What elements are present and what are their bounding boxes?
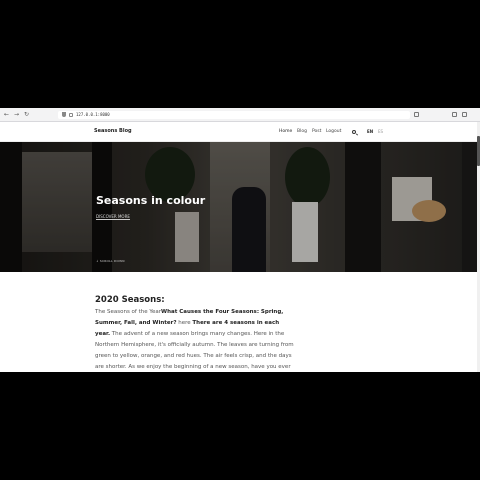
url-text[interactable]: 127.0.0.1:8000 <box>76 111 110 119</box>
article-here-link[interactable]: here <box>177 320 193 326</box>
lang-es[interactable]: ES <box>378 129 383 135</box>
shield-icon[interactable] <box>62 112 66 117</box>
article-content: 2020 Seasons: The Seasons of the YearWha… <box>0 272 480 372</box>
forward-button[interactable]: → <box>14 111 19 119</box>
address-bar[interactable] <box>58 111 410 119</box>
hero-title: Seasons in colour <box>96 194 206 207</box>
hero-banner: Seasons in colour DISCOVER MORE ↓ SCROLL… <box>0 142 480 272</box>
nav-home[interactable]: Home <box>279 129 292 135</box>
browser-toolbar: ← → ↻ 127.0.0.1:8000 <box>0 108 480 122</box>
lang-en[interactable]: EN <box>367 129 373 135</box>
reload-button[interactable]: ↻ <box>24 111 29 119</box>
lock-icon[interactable] <box>69 113 73 117</box>
discover-more-link[interactable]: DISCOVER MORE <box>96 214 130 220</box>
article-paragraph: The Seasons of the YearWhat Causes the F… <box>95 307 295 372</box>
nav-post[interactable]: Post <box>312 129 321 135</box>
article-body: The advent of a new season brings many c… <box>95 331 294 370</box>
search-icon[interactable] <box>352 130 356 134</box>
site-brand[interactable]: Seasons Blog <box>94 128 132 135</box>
menu-icon[interactable] <box>462 112 467 117</box>
bookmark-icon[interactable] <box>414 112 419 117</box>
shield-extension-icon[interactable] <box>452 112 457 117</box>
nav-logout[interactable]: Logout <box>326 129 341 135</box>
back-button[interactable]: ← <box>4 111 9 119</box>
browser-window: ← → ↻ 127.0.0.1:8000 Seasons Blog Home B… <box>0 108 480 372</box>
article-intro: The Seasons of the Year <box>95 309 162 315</box>
nav-blog[interactable]: Blog <box>297 129 307 135</box>
article-heading: 2020 Seasons: <box>95 295 165 305</box>
site-header: Seasons Blog Home Blog Post Logout EN ES <box>0 122 480 142</box>
scroll-down-link[interactable]: ↓ SCROLL DOWN <box>96 259 125 264</box>
